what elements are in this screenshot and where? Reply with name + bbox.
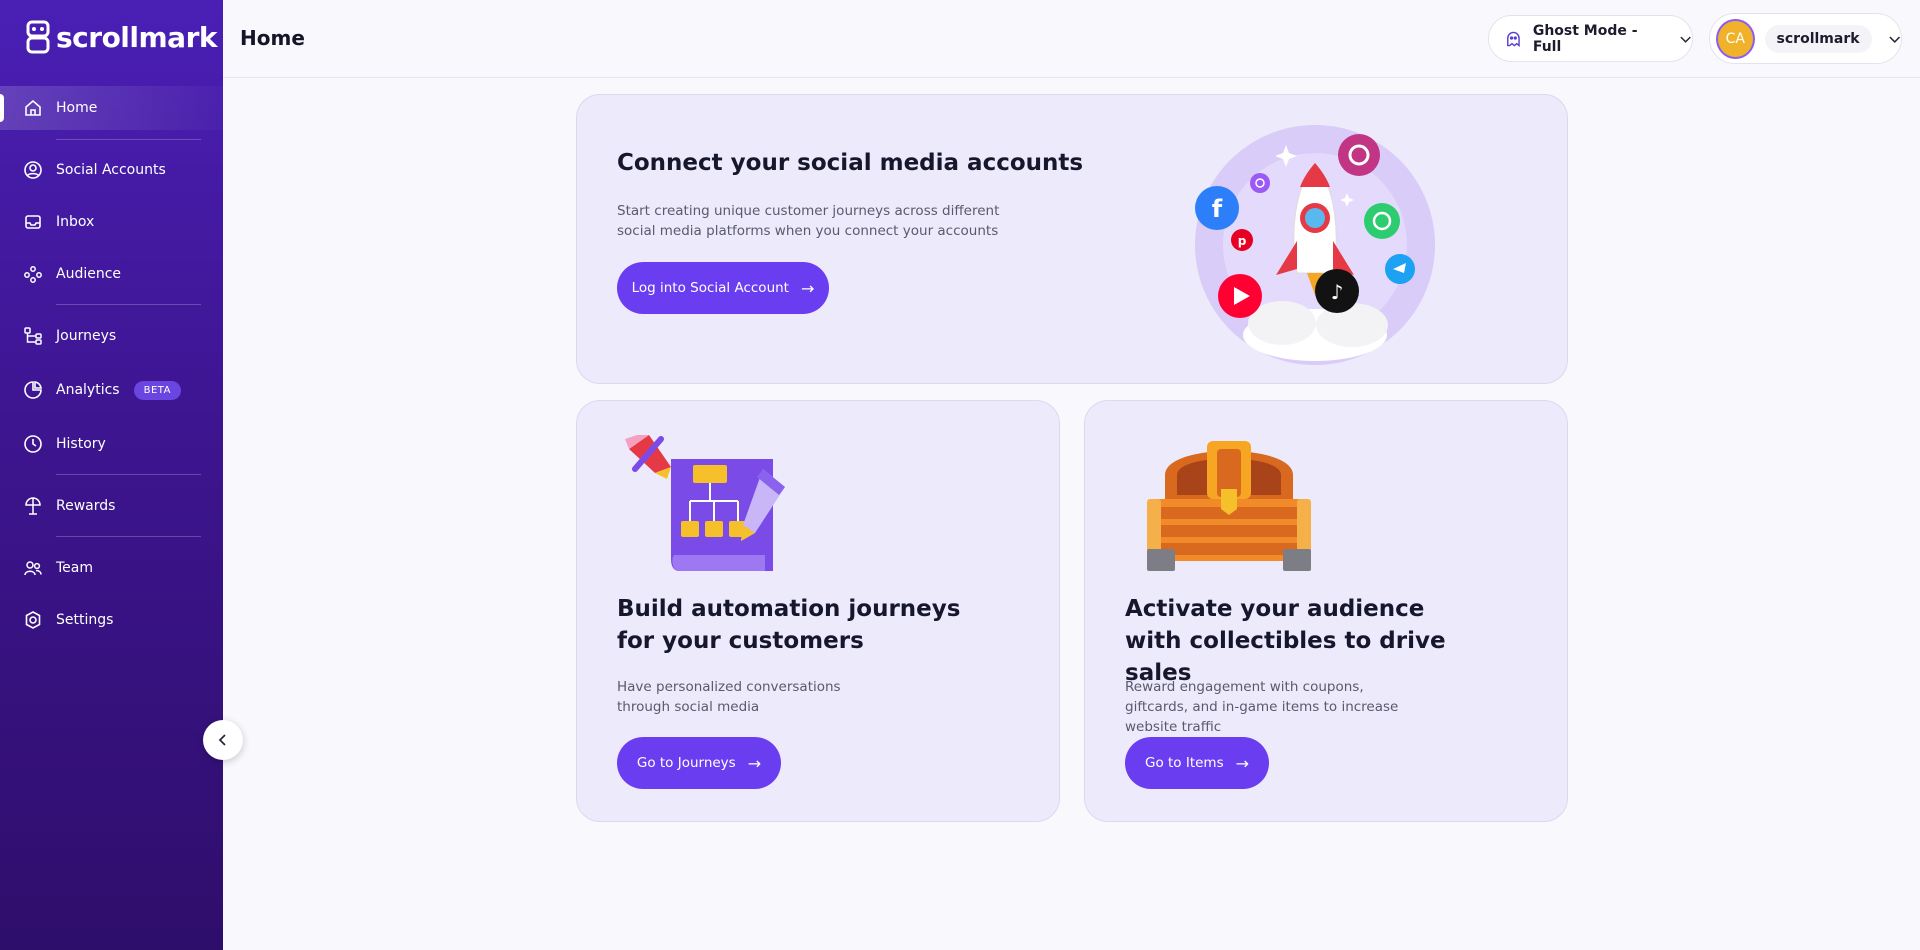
inbox-icon [22, 211, 44, 233]
button-label: Log into Social Account [631, 280, 789, 296]
journeys-icon [22, 325, 44, 347]
sidebar-item-inbox[interactable]: Inbox [0, 200, 223, 244]
home-icon [22, 97, 44, 119]
collectibles-card-title: Activate your audience with collectibles… [1125, 596, 1446, 686]
arrow-right-icon: → [800, 278, 815, 298]
journeys-card-description: Have personalized conversations through … [617, 679, 841, 715]
gear-icon [22, 609, 44, 631]
analytics-icon [22, 379, 44, 401]
sidebar-item-label: Rewards [56, 498, 116, 514]
collapse-sidebar-button[interactable] [203, 720, 243, 760]
beta-badge: BETA [133, 380, 181, 400]
sidebar-item-label: Inbox [56, 214, 95, 230]
go-to-journeys-button[interactable]: Go to Journeys → [617, 737, 781, 789]
sidebar-item-label: Settings [56, 612, 114, 628]
log-into-social-account-button[interactable]: Log into Social Account → [617, 262, 829, 314]
connect-social-card: Connect your social media accounts Start… [576, 94, 1568, 384]
chevron-down-icon [1888, 36, 1900, 43]
collectibles-card: Activate your audience with collectibles… [1084, 400, 1568, 822]
nav-divider [56, 536, 201, 537]
sidebar-item-team[interactable]: Team [0, 546, 223, 590]
chevron-left-icon [218, 734, 226, 746]
journeys-card: Build automation journeys for your custo… [576, 400, 1060, 822]
sidebar-item-audience[interactable]: Audience [0, 252, 223, 296]
svg-text:f: f [1212, 195, 1223, 223]
collectibles-card-description: Reward engagement with coupons, giftcard… [1125, 679, 1399, 735]
sidebar-item-label: Journeys [56, 328, 117, 344]
team-icon [22, 557, 44, 579]
sidebar-item-journeys[interactable]: Journeys [0, 314, 223, 358]
journeys-card-title: Build automation journeys for your custo… [617, 596, 961, 654]
arrow-right-icon: → [1235, 753, 1250, 773]
svg-text:♪: ♪ [1331, 280, 1344, 304]
arrow-right-icon: → [747, 753, 762, 773]
sidebar: scrollmark Home Social Accounts Inbox Au… [0, 0, 223, 950]
sidebar-item-social-accounts[interactable]: Social Accounts [0, 148, 223, 192]
go-to-items-button[interactable]: Go to Items → [1125, 737, 1269, 789]
sidebar-item-label: Social Accounts [56, 162, 166, 178]
sidebar-item-label: Home [56, 100, 98, 116]
ghost-mode-dropdown[interactable]: Ghost Mode - Full [1488, 15, 1693, 62]
rocket-social-illustration: f p ♪ [1195, 125, 1435, 365]
logo[interactable]: scrollmark [26, 20, 218, 54]
connect-card-description: Start creating unique customer journeys … [617, 203, 1000, 239]
button-label: Go to Journeys [636, 755, 736, 771]
gift-icon [22, 495, 44, 517]
avatar: CA [1716, 18, 1755, 59]
brand-name: scrollmark [56, 20, 218, 54]
user-menu[interactable]: CA scrollmark [1709, 13, 1902, 64]
sidebar-item-settings[interactable]: Settings [0, 598, 223, 642]
journey-map-illustration [625, 435, 785, 571]
sidebar-item-label: Analytics [56, 382, 120, 398]
nav-divider [56, 474, 201, 475]
ghost-icon [1507, 31, 1520, 47]
top-header: Home Ghost Mode - Full CA scrollmark [223, 0, 1920, 78]
sidebar-item-label: History [56, 436, 106, 452]
page-title: Home [240, 26, 305, 50]
chevron-down-icon [1680, 36, 1691, 43]
button-label: Go to Items [1144, 755, 1224, 771]
sidebar-item-analytics[interactable]: Analytics BETA [0, 368, 223, 412]
nav-divider [56, 304, 201, 305]
clock-icon [22, 433, 44, 455]
sidebar-item-label: Audience [56, 266, 122, 282]
user-circle-icon [22, 159, 44, 181]
sidebar-item-label: Team [56, 560, 94, 576]
ghost-mode-label: Ghost Mode - Full [1532, 22, 1638, 55]
connect-card-title: Connect your social media accounts [617, 150, 1084, 176]
sidebar-item-home[interactable]: Home [0, 86, 223, 130]
audience-icon [22, 263, 44, 285]
sidebar-item-history[interactable]: History [0, 422, 223, 466]
nav-divider [56, 139, 201, 140]
sidebar-item-rewards[interactable]: Rewards [0, 484, 223, 528]
logo-mark-icon [26, 20, 50, 54]
treasure-chest-illustration [1147, 441, 1311, 571]
user-name: scrollmark [1764, 24, 1872, 53]
svg-text:p: p [1238, 234, 1247, 248]
